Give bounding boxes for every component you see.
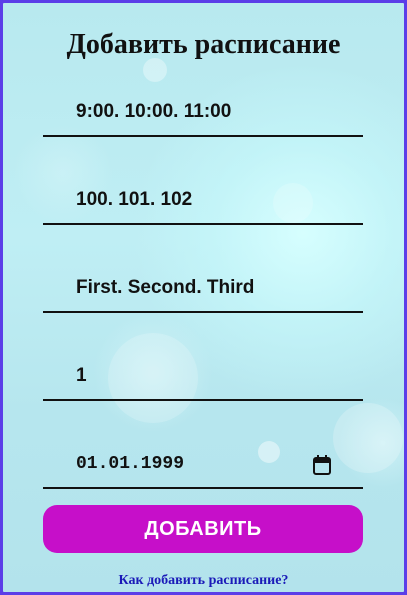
times-input-value: 9:00. 10:00. 11:00 <box>76 101 232 122</box>
rooms-input-value: 100. 101. 102 <box>76 189 193 210</box>
bokeh-light <box>143 58 167 82</box>
help-link[interactable]: Как добавить расписание? <box>3 573 404 589</box>
number-input[interactable]: 1 <box>43 355 363 401</box>
subjects-input-value: First. Second. Third <box>76 277 255 298</box>
times-input[interactable]: 9:00. 10:00. 11:00 <box>43 91 363 137</box>
date-input[interactable]: 01.01.1999 <box>43 443 363 489</box>
subjects-input[interactable]: First. Second. Third <box>43 267 363 313</box>
date-input-value: 01.01.1999 <box>76 454 185 474</box>
rooms-input[interactable]: 100. 101. 102 <box>43 179 363 225</box>
add-schedule-button[interactable]: ДОБАВИТЬ <box>43 505 363 553</box>
app-window: Добавить расписание 9:00. 10:00. 11:00 1… <box>0 0 407 595</box>
page-title: Добавить расписание <box>66 29 341 60</box>
number-input-value: 1 <box>76 365 87 386</box>
calendar-icon[interactable] <box>313 455 331 475</box>
